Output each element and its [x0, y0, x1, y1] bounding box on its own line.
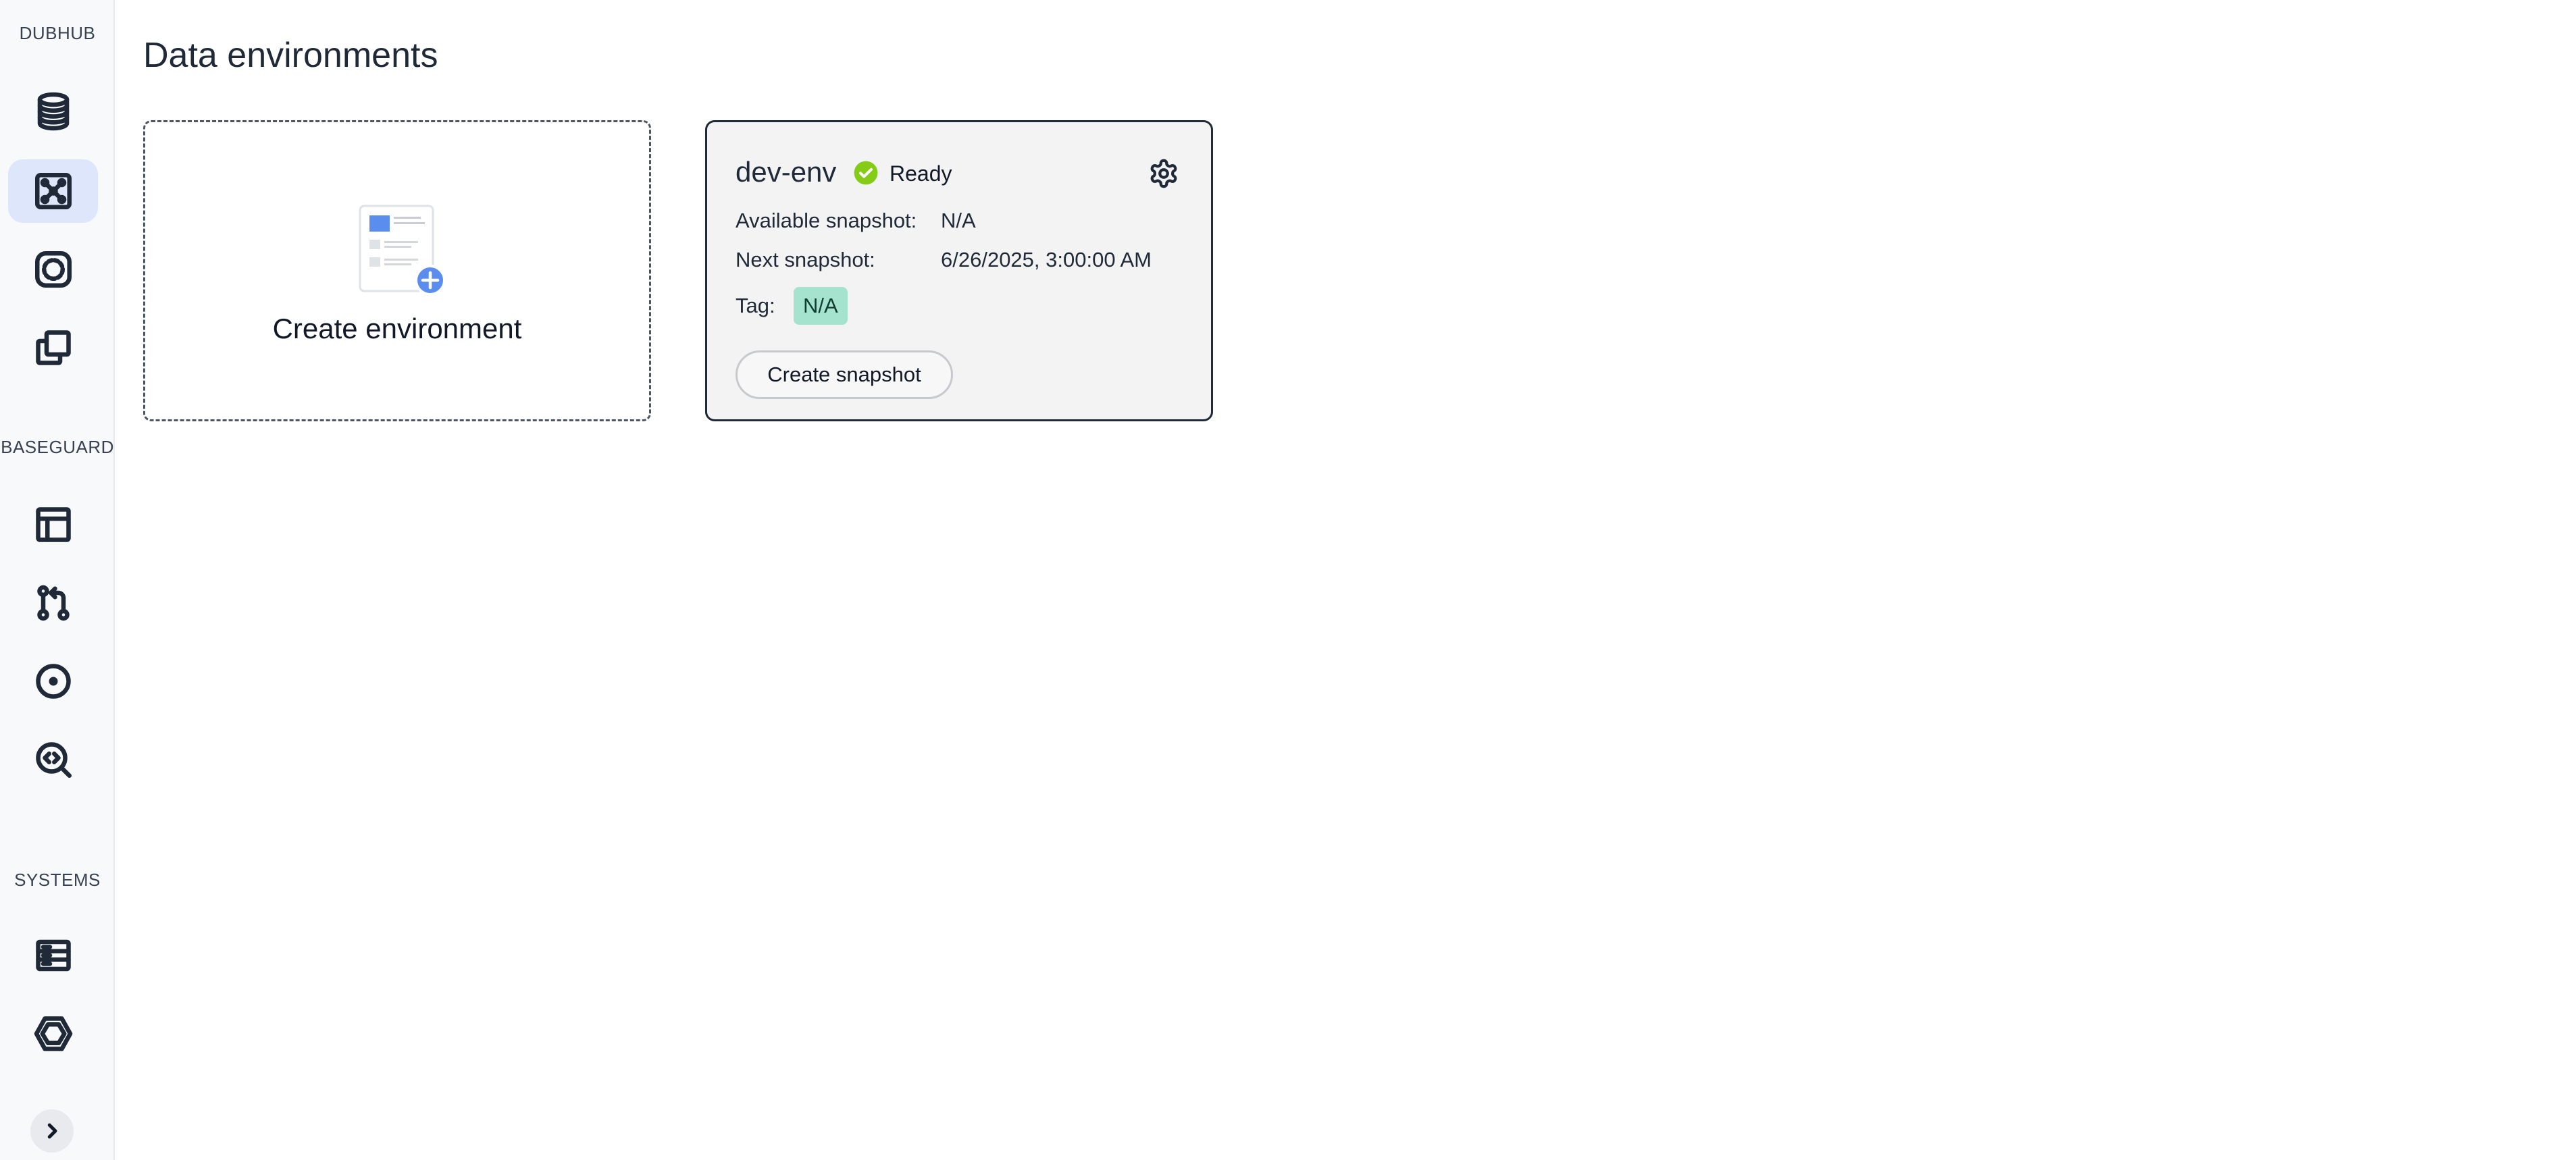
- available-snapshot-value: N/A: [941, 209, 976, 232]
- copy-icon: [35, 330, 71, 365]
- chevron-right-icon: [47, 1123, 57, 1139]
- page-title: Data environments: [143, 36, 438, 75]
- hexagon-icon: [34, 1016, 72, 1051]
- add-document-icon: [359, 205, 446, 296]
- create-environment-card[interactable]: Create environment: [143, 120, 651, 421]
- tag-label: Tag:: [736, 294, 775, 317]
- next-snapshot-value: 6/26/2025, 3:00:00 AM: [941, 248, 1152, 271]
- dashed-circle-icon: [34, 251, 72, 288]
- nav-item-checks[interactable]: [8, 650, 98, 713]
- database-icon: [37, 92, 69, 131]
- available-snapshot-label: Available snapshot:: [736, 209, 917, 232]
- section-label-baseguard: BASEGUARD: [1, 437, 114, 457]
- sidebar: DUBHUB BASEGUARD SYSTEMS: [0, 0, 115, 1160]
- git-pull-request-icon: [36, 585, 70, 621]
- environment-settings-button[interactable]: [1145, 155, 1183, 192]
- create-snapshot-button[interactable]: Create snapshot: [736, 350, 953, 399]
- network-graph-icon: [34, 173, 72, 209]
- nav-item-clones[interactable]: [8, 316, 98, 379]
- environment-status: Ready: [890, 161, 952, 186]
- environment-card: dev-env Ready Available snapshot: N/A Ne…: [705, 120, 1213, 421]
- nav-item-query-analysis[interactable]: [8, 728, 98, 791]
- nav-item-snapshots[interactable]: [8, 238, 98, 301]
- nav-item-schemas[interactable]: [8, 493, 98, 556]
- circle-dot-icon: [35, 664, 71, 699]
- next-snapshot-label: Next snapshot:: [736, 248, 875, 271]
- server-list-icon: [35, 939, 71, 972]
- nav-item-databases[interactable]: [8, 80, 98, 143]
- nav-item-data-environments[interactable]: [8, 159, 98, 223]
- section-label-systems: SYSTEMS: [14, 870, 101, 890]
- environment-name: dev-env: [736, 156, 837, 188]
- create-environment-label: Create environment: [272, 313, 522, 344]
- nav-item-migrations[interactable]: [8, 571, 98, 635]
- table-layout-icon: [35, 507, 71, 542]
- tag-badge: N/A: [794, 287, 848, 325]
- section-label-dubhub: DUBHUB: [19, 23, 96, 43]
- sidebar-collapse-button[interactable]: [30, 1109, 74, 1153]
- check-circle-icon: [854, 161, 878, 185]
- nav-item-servers[interactable]: [8, 924, 98, 987]
- nav-item-integrations[interactable]: [8, 1002, 98, 1065]
- gear-icon: [1150, 159, 1177, 188]
- code-search-icon: [35, 742, 72, 778]
